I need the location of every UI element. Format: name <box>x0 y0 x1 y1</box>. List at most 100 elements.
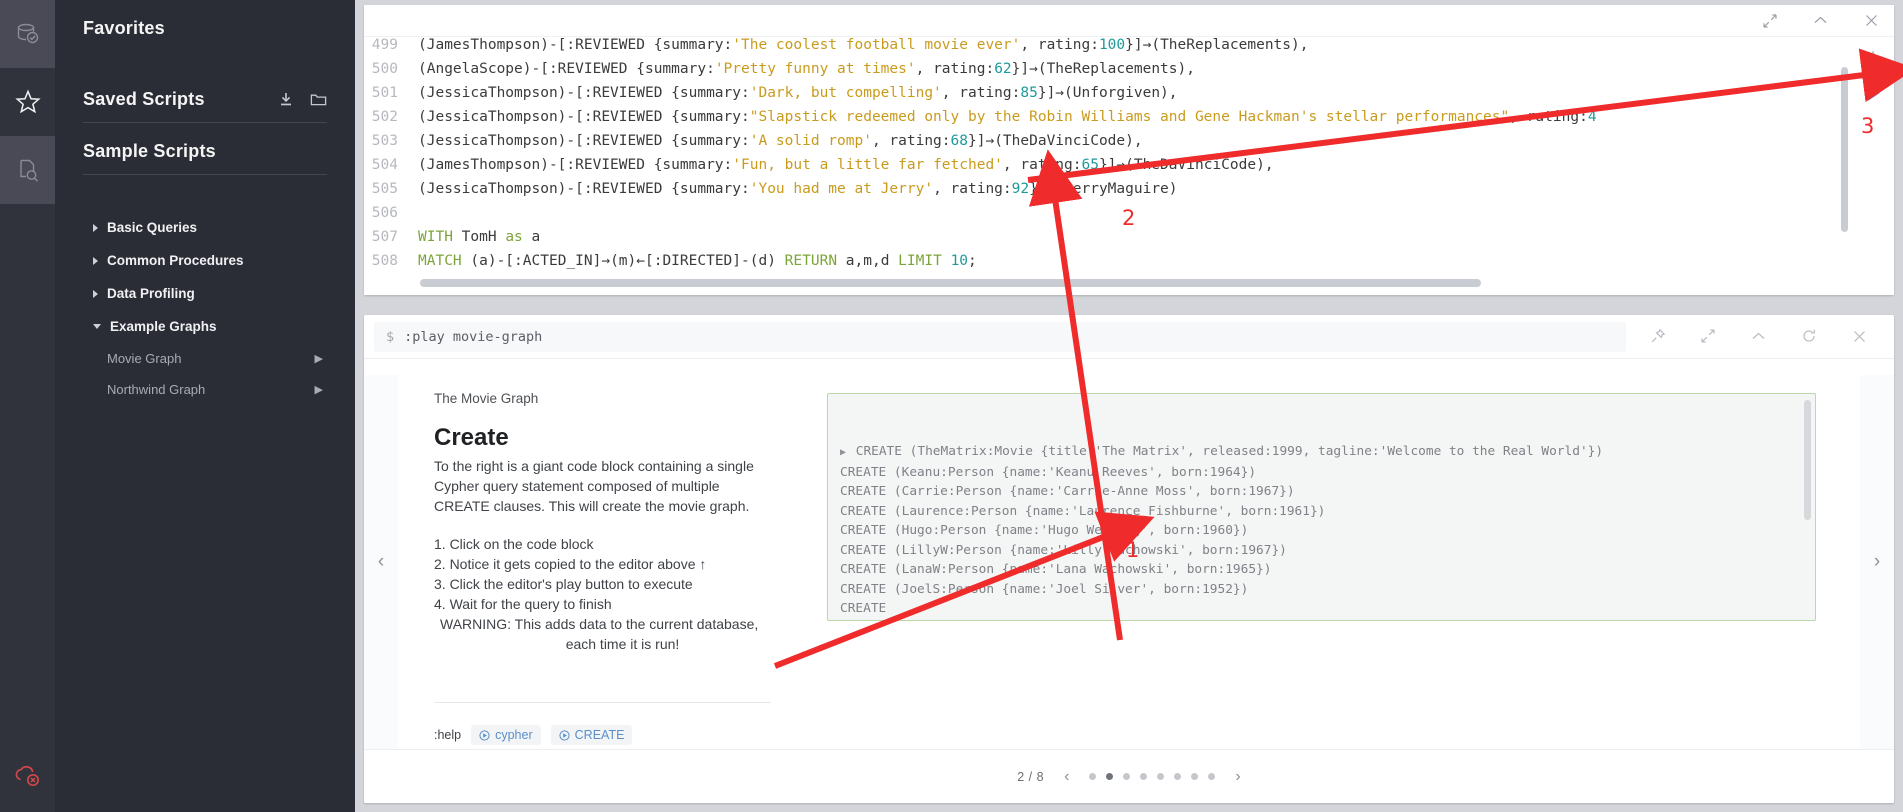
play-frame-body: ‹ The Movie Graph Create To the right is… <box>364 359 1894 749</box>
saved-scripts-title: Saved Scripts <box>83 89 205 109</box>
code-block-line: (Keanu)-[:ACTED_IN {roles:['Neo']}]→(The… <box>840 619 1803 621</box>
rail-item-documents[interactable] <box>0 136 55 204</box>
pagination-dot[interactable] <box>1123 773 1131 780</box>
line-text: (JessicaThompson)-[:REVIEWED {summary:'D… <box>418 85 1178 101</box>
rail-item-favorites[interactable] <box>0 68 55 136</box>
download-icon[interactable] <box>278 92 294 108</box>
expand-icon[interactable] <box>1762 13 1778 29</box>
pagination-dot[interactable] <box>1140 773 1148 780</box>
code-line: 503 (JessicaThompson)-[:REVIEWED {summary… <box>364 129 1854 153</box>
folder-icon[interactable] <box>310 92 327 108</box>
divider <box>434 702 771 703</box>
sidebar-group-data-profiling[interactable]: Data Profiling <box>83 277 327 310</box>
favorite-star-icon[interactable] <box>1863 49 1883 69</box>
left-icon-rail <box>0 0 55 812</box>
refresh-icon[interactable] <box>1801 328 1817 345</box>
rail-item-database[interactable] <box>0 0 55 68</box>
tag-create[interactable]: CREATE <box>550 725 633 745</box>
slide-paragraph: To the right is a giant code block conta… <box>434 458 754 514</box>
code-line: 507 WITH TomH as a <box>364 225 1854 249</box>
slide-step: 3. Click the editor's play button to exe… <box>434 576 693 592</box>
line-number: 506 <box>371 205 398 221</box>
pagination-dot[interactable] <box>1157 773 1165 780</box>
chevron-right-icon <box>93 289 98 298</box>
code-block-line: CREATE (Hugo:Person {name:'Hugo Weaving'… <box>840 523 1249 538</box>
sidebar-item-northwind-graph[interactable]: Northwind Graph ▶ <box>83 374 327 405</box>
line-text: (AngelaScope)-[:REVIEWED {summary:'Prett… <box>418 61 1195 77</box>
slide-step: 2. Notice it gets copied to the editor a… <box>434 556 707 572</box>
slide-step: 1. Click on the code block <box>434 536 594 552</box>
cypher-code-lines[interactable]: 499 (JamesThompson)-[:REVIEWED {summary:'… <box>364 37 1854 295</box>
slide-text-column: The Movie Graph Create To the right is a… <box>416 391 771 749</box>
pagination-dot[interactable] <box>1089 773 1097 780</box>
frame-command-bar[interactable]: $ :play movie-graph <box>374 321 1626 352</box>
code-block-scrollbar[interactable] <box>1804 400 1811 520</box>
sidebar-item-label: Movie Graph <box>107 351 182 366</box>
sidebar-group-label: Common Procedures <box>107 253 244 268</box>
slide-prev-button[interactable]: ‹ <box>364 375 398 749</box>
pagination-dot[interactable] <box>1191 773 1199 780</box>
line-number: 505 <box>371 181 398 197</box>
chevron-right-icon <box>93 223 98 232</box>
chevron-right-icon <box>93 256 98 265</box>
code-block-line: CREATE (Carrie:Person {name:'Carrie-Anne… <box>840 484 1295 499</box>
sidebar-group-example-graphs[interactable]: Example Graphs <box>83 310 327 343</box>
pagination-dot[interactable] <box>1174 773 1182 780</box>
editor-horizontal-scrollbar[interactable] <box>420 279 1834 287</box>
play-frame-window-controls <box>1626 328 1884 345</box>
pagination-dots[interactable] <box>1089 773 1216 780</box>
connection-status-indicator[interactable] <box>0 746 55 806</box>
code-block-line: CREATE (JoelS:Person {name:'Joel Silver'… <box>840 581 1249 597</box>
star-icon <box>14 88 42 116</box>
favorites-drawer: Favorites Saved Scripts Sample Scripts B… <box>55 0 355 812</box>
collapse-chevron-icon[interactable] <box>1812 12 1829 29</box>
sidebar-group-label: Basic Queries <box>107 220 198 235</box>
code-line: 508 MATCH (a)-[:ACTED_IN]→(m)←[:DIRECTED]… <box>364 249 1854 273</box>
run-circle-icon: ▶ <box>840 447 847 458</box>
pagination-next-button[interactable]: › <box>1235 768 1240 786</box>
database-icon <box>15 21 41 47</box>
pin-icon[interactable] <box>1650 328 1666 345</box>
code-line: 504 (JamesThompson)-[:REVIEWED {summary:'… <box>364 153 1854 177</box>
documents-search-icon <box>15 157 41 183</box>
line-number: 501 <box>371 85 398 101</box>
sidebar-group-basic-queries[interactable]: Basic Queries <box>83 211 327 244</box>
line-text <box>408 201 418 225</box>
pagination-dot[interactable] <box>1208 773 1216 780</box>
close-icon[interactable] <box>1863 12 1880 29</box>
play-arrow-icon[interactable]: ▶ <box>315 383 323 396</box>
line-text: WITH TomH as a <box>418 229 541 245</box>
code-line: 505 (JessicaThompson)-[:REVIEWED {summary… <box>364 177 1854 201</box>
slide-kicker: The Movie Graph <box>434 391 539 406</box>
editor-body[interactable]: 499 (JamesThompson)-[:REVIEWED {summary:'… <box>364 37 1894 295</box>
slide-code-block[interactable]: ▶ CREATE (TheMatrix:Movie {title:'The Ma… <box>827 393 1816 621</box>
sidebar-group-common-procedures[interactable]: Common Procedures <box>83 244 327 277</box>
collapse-chevron-icon[interactable] <box>1750 328 1767 345</box>
tag-help[interactable]: :help <box>434 728 461 742</box>
slide-warning-line1: WARNING: This adds data to the current d… <box>440 616 759 632</box>
line-number: 502 <box>371 109 398 125</box>
slide-next-button[interactable]: › <box>1860 375 1894 749</box>
tag-cypher[interactable]: cypher <box>471 725 541 745</box>
slide-warning-line2: each time it is run! <box>565 636 680 652</box>
sidebar-group-label: Data Profiling <box>107 286 195 301</box>
close-icon[interactable] <box>1851 328 1868 345</box>
frame-command-text: :play movie-graph <box>404 328 543 345</box>
sidebar-item-movie-graph[interactable]: Movie Graph ▶ <box>83 343 327 374</box>
play-arrow-icon[interactable]: ▶ <box>315 352 323 365</box>
line-number: 504 <box>371 157 398 173</box>
play-frame-topbar: $ :play movie-graph <box>364 315 1894 359</box>
sample-scripts-title: Sample Scripts <box>83 141 216 161</box>
sidebar-group-label: Example Graphs <box>110 319 217 334</box>
expand-icon[interactable] <box>1700 328 1716 345</box>
code-block-line: CREATE (LanaW:Person {name:'Lana Wachows… <box>840 562 1272 577</box>
run-play-icon[interactable] <box>1863 83 1883 103</box>
play-frame-card: $ :play movie-graph ‹ The Movie Graph Cr… <box>364 315 1894 803</box>
line-number: 499 <box>371 37 398 53</box>
pagination-prev-button[interactable]: ‹ <box>1064 768 1069 786</box>
line-number: 507 <box>371 229 398 245</box>
editor-vertical-scrollbar[interactable] <box>1841 67 1848 232</box>
pagination-dot[interactable] <box>1106 773 1114 780</box>
line-text: (JessicaThompson)-[:REVIEWED {summary:'A… <box>418 133 1143 149</box>
page-counter: 2 / 8 <box>1017 769 1045 784</box>
